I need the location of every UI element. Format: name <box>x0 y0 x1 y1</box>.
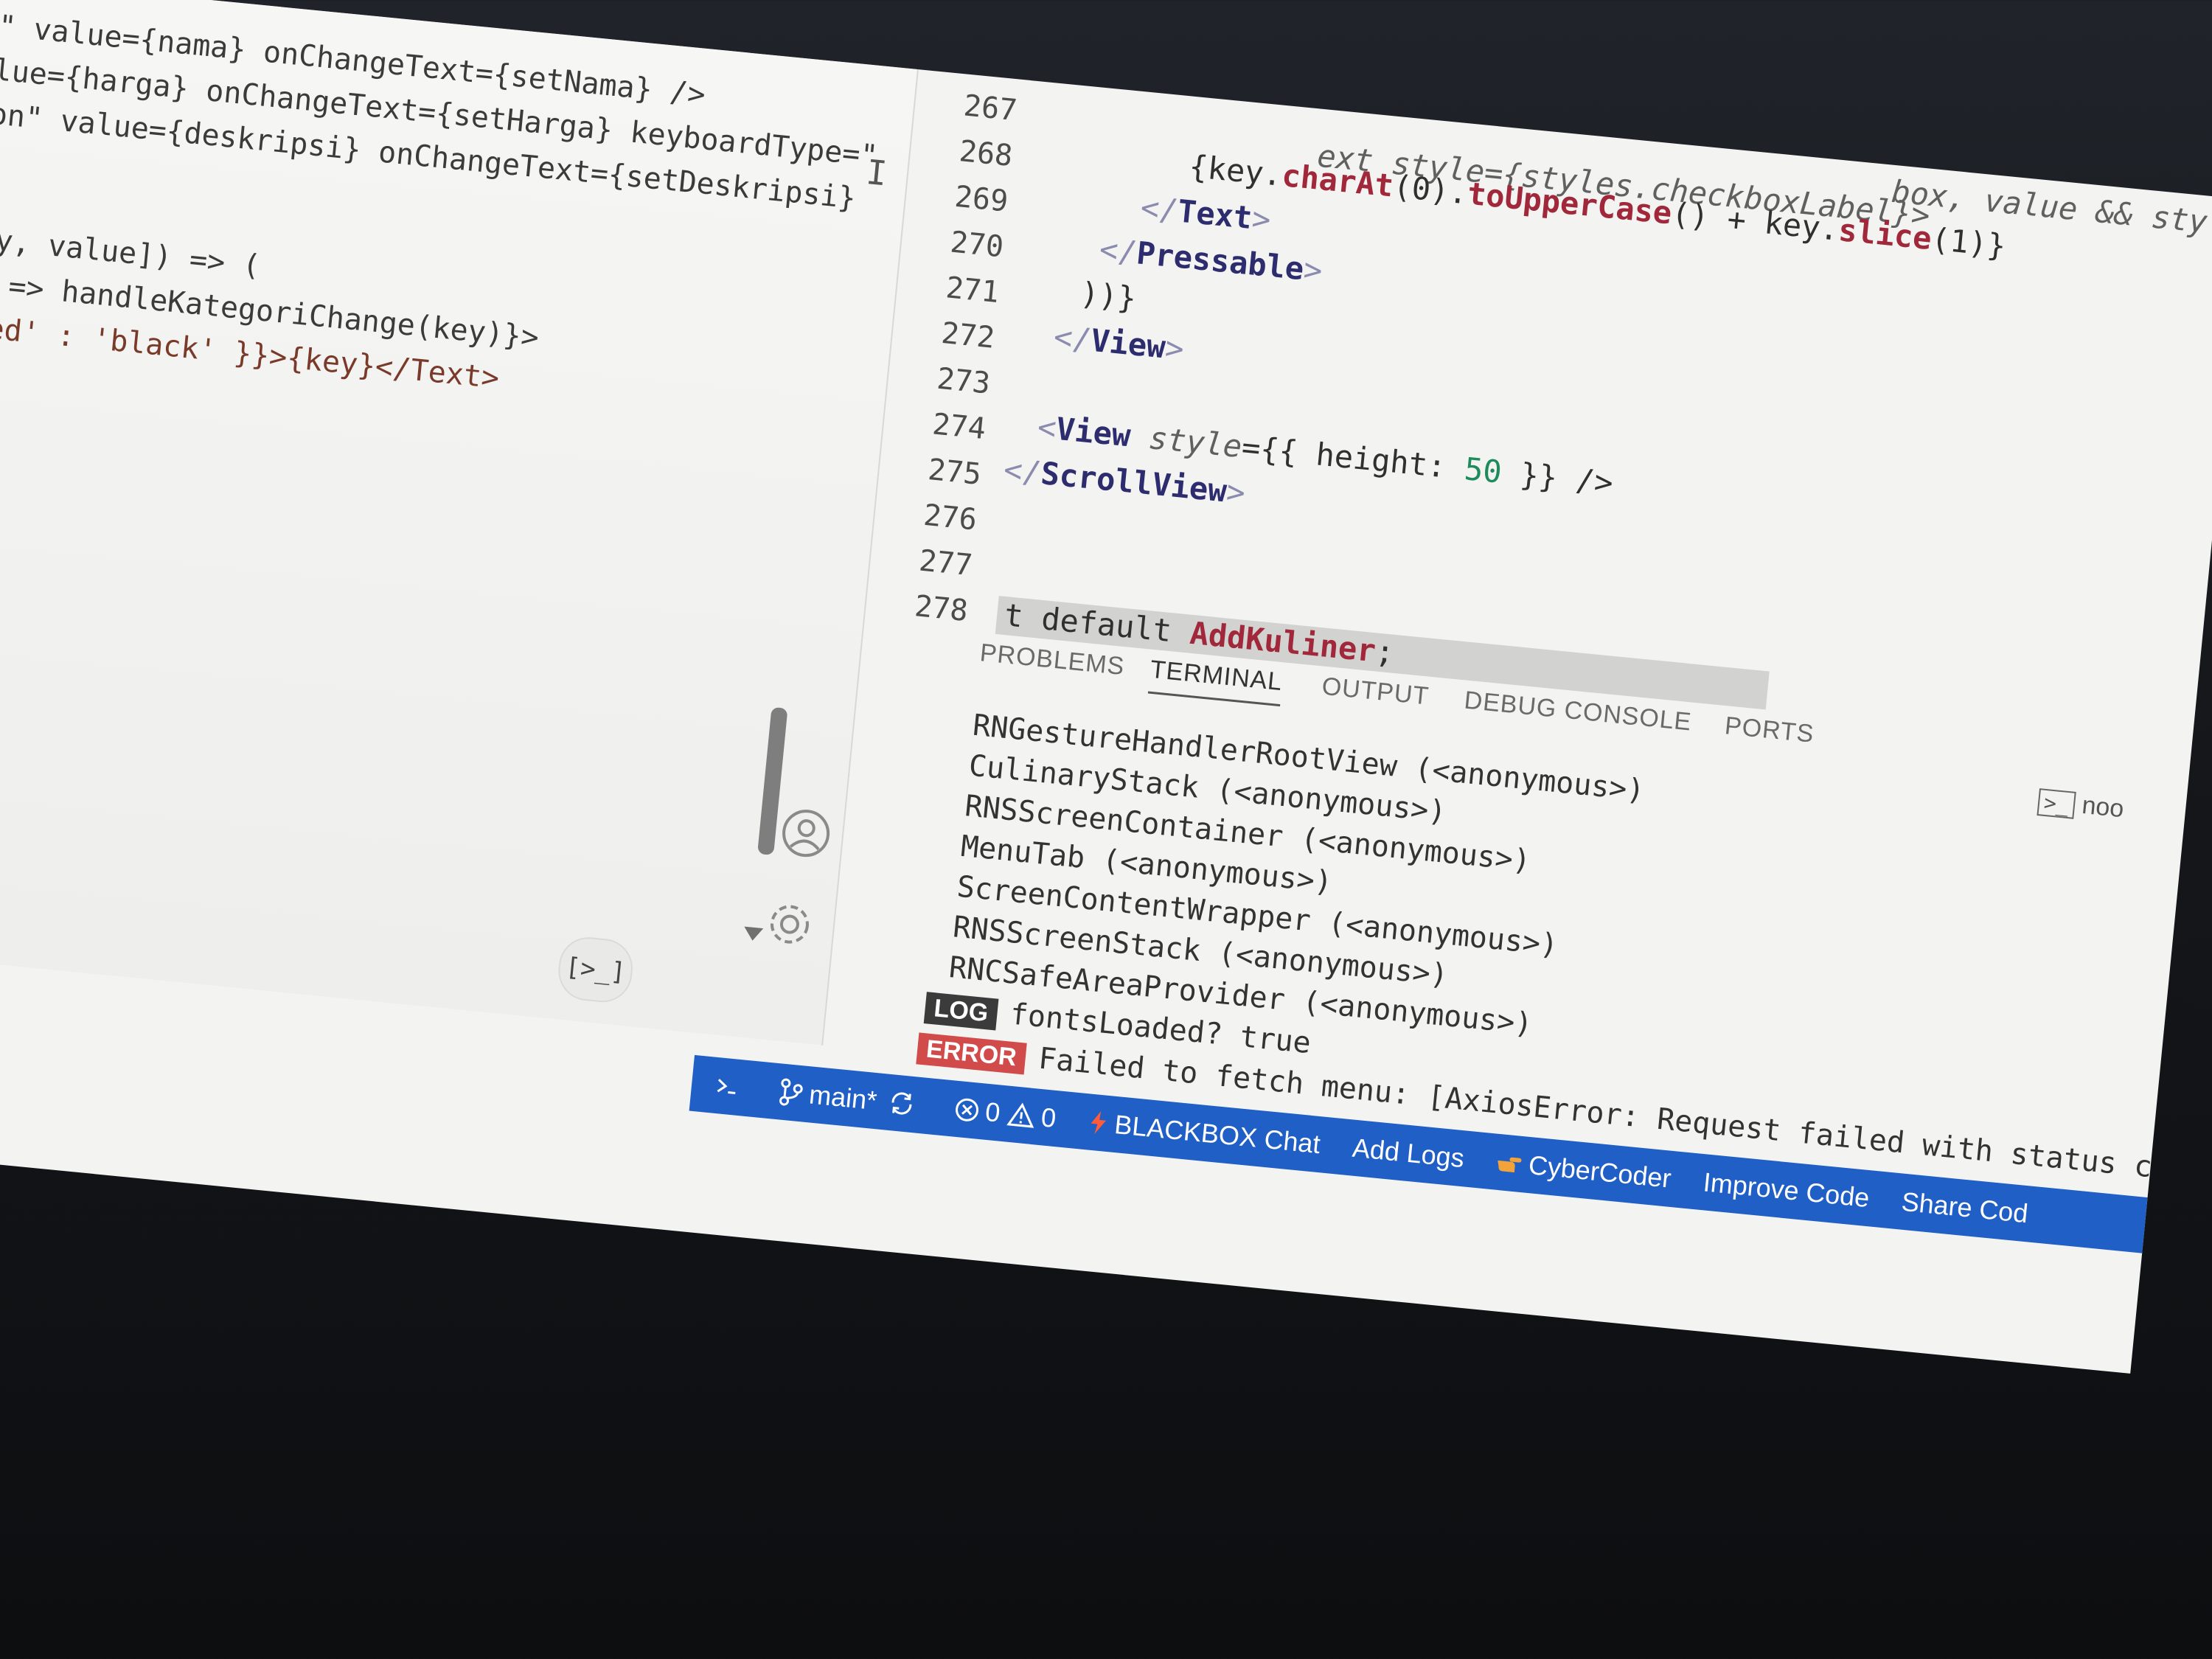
problems-indicator[interactable]: 0 0 <box>953 1093 1057 1134</box>
code-line: ))} <box>1079 275 1138 316</box>
scroll-down-arrow-icon[interactable] <box>742 926 764 942</box>
code-token: (0). <box>1391 167 1470 212</box>
pointing-hand-icon <box>1498 1157 1522 1173</box>
sync-icon <box>891 1092 912 1115</box>
left-editor-pane[interactable]: e" value={nama} onChangeText={setNama} /… <box>0 0 919 1046</box>
line-number: 272 <box>939 316 997 355</box>
cybercoder-button[interactable]: CyberCoder <box>1495 1147 1672 1194</box>
terminal-button[interactable]: [>_] <box>555 934 636 1005</box>
code-token: View <box>1089 321 1167 366</box>
improve-code-button[interactable]: Improve Code <box>1702 1166 1871 1214</box>
line-number: 276 <box>922 498 978 538</box>
code-token: style <box>1147 420 1244 465</box>
line-number: 268 <box>957 134 1015 173</box>
remote-indicator[interactable] <box>712 1072 747 1102</box>
screen: e" value={nama} onChangeText={setNama} /… <box>0 0 2212 1374</box>
line-number: 275 <box>926 453 983 492</box>
code-line: </View> <box>1052 318 1186 367</box>
git-branch-icon <box>779 1078 803 1106</box>
blackbox-chat-button[interactable]: BLACKBOX Chat <box>1087 1106 1322 1160</box>
code-token: }} /> <box>1500 454 1615 501</box>
line-number: 273 <box>935 361 992 401</box>
add-logs-button[interactable]: Add Logs <box>1351 1133 1465 1175</box>
code-token: 50 <box>1462 451 1503 490</box>
line-number: 274 <box>931 407 987 447</box>
error-badge: ERROR <box>916 1032 1027 1075</box>
code-token: Text <box>1176 192 1254 237</box>
line-number: 269 <box>953 179 1010 219</box>
error-icon <box>956 1098 979 1121</box>
text-cursor-icon: I <box>864 152 889 194</box>
line-number: 278 <box>913 589 970 629</box>
line-number: 271 <box>944 271 1001 310</box>
gear-icon[interactable] <box>761 895 819 953</box>
warning-icon <box>1006 1102 1034 1128</box>
branch-indicator[interactable]: main* <box>777 1076 924 1121</box>
code-token: ={{ height: <box>1239 428 1467 487</box>
lightning-icon <box>1091 1111 1107 1135</box>
code-token: ; <box>1374 633 1397 671</box>
code-token: (1)} <box>1930 220 2008 265</box>
line-number: 267 <box>961 88 1019 128</box>
share-code-button[interactable]: Share Cod <box>1900 1186 2029 1230</box>
terminal-icon: >_ <box>2037 788 2076 819</box>
remote-icon <box>717 1079 736 1094</box>
code-token: View <box>1054 410 1133 454</box>
account-icon[interactable] <box>777 804 835 863</box>
line-number: 270 <box>948 225 1006 265</box>
line-number: 277 <box>917 543 974 583</box>
code-token: ))} <box>1078 275 1138 317</box>
code-token: ScrollView <box>1039 455 1228 509</box>
code-token: Pressable <box>1135 234 1306 288</box>
